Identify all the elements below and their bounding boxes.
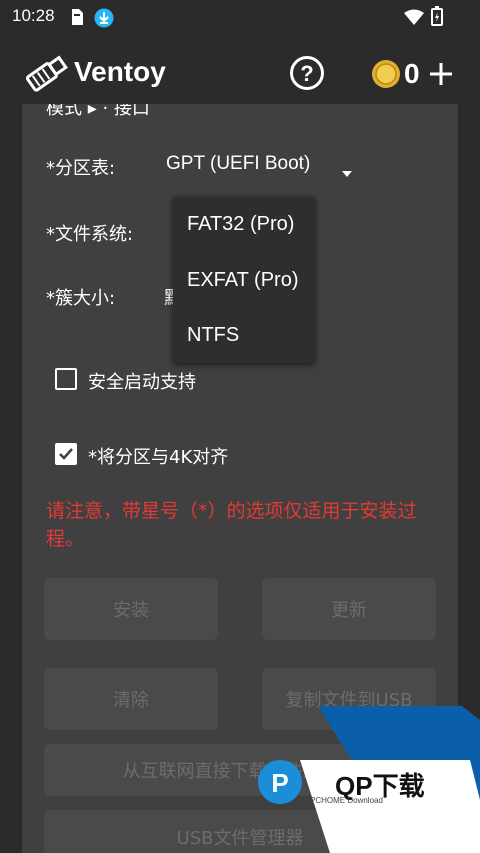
svg-text:?: ? — [300, 61, 313, 86]
checkmark-icon — [59, 448, 73, 460]
partition-style-select[interactable]: GPT (UEFI Boot) — [164, 150, 364, 180]
install-button[interactable]: 安装 — [44, 578, 218, 640]
align-4k-checkbox[interactable] — [55, 443, 77, 465]
app-bar: Ventoy ? 0 — [0, 40, 480, 110]
secure-boot-label: 安全启动支持 — [88, 372, 196, 393]
wifi-icon — [404, 9, 424, 29]
help-icon[interactable]: ? — [290, 56, 324, 94]
dropdown-option-exfat[interactable]: EXFAT (Pro) — [187, 269, 299, 292]
usb-file-manager-button[interactable]: USB文件管理器 — [44, 810, 436, 853]
filesystem-dropdown: FAT32 (Pro) EXFAT (Pro) NTFS — [173, 197, 315, 363]
cluster-size-label: *簇大小: — [46, 288, 116, 309]
partition-style-label: *分区表: — [46, 158, 116, 179]
app-title: Ventoy — [74, 56, 166, 87]
coin-count: 0 — [404, 58, 420, 89]
dropdown-option-ntfs[interactable]: NTFS — [187, 324, 239, 347]
status-bar: 10:28 — [0, 0, 480, 34]
download-to-usb-button[interactable]: 从互联网直接下载文件到USB — [44, 744, 436, 796]
update-button[interactable]: 更新 — [262, 578, 436, 640]
partial-row-label: 模式 ▸ · 接口 — [46, 104, 150, 119]
secure-boot-checkbox[interactable] — [55, 368, 77, 390]
clear-button[interactable]: 清除 — [44, 668, 218, 730]
status-time: 10:28 — [12, 6, 55, 25]
align-4k-label: *将分区与4K对齐 — [88, 447, 229, 468]
usb-drive-logo-icon — [22, 52, 70, 100]
filesystem-label: *文件系统: — [46, 224, 134, 245]
partition-style-value: GPT (UEFI Boot) — [166, 153, 311, 174]
install-warning-text: 请注意，带星号（*）的选项仅适用于安装过程。 — [46, 500, 417, 550]
copy-files-button[interactable]: 复制文件到USB — [262, 668, 436, 730]
sim-card-icon — [70, 8, 84, 30]
download-notification-icon — [94, 8, 114, 32]
battery-charging-icon — [431, 6, 443, 30]
coin-icon — [371, 59, 401, 93]
add-icon[interactable] — [429, 62, 453, 90]
dropdown-option-fat32[interactable]: FAT32 (Pro) — [187, 213, 294, 236]
dropdown-arrow-icon — [342, 162, 352, 181]
